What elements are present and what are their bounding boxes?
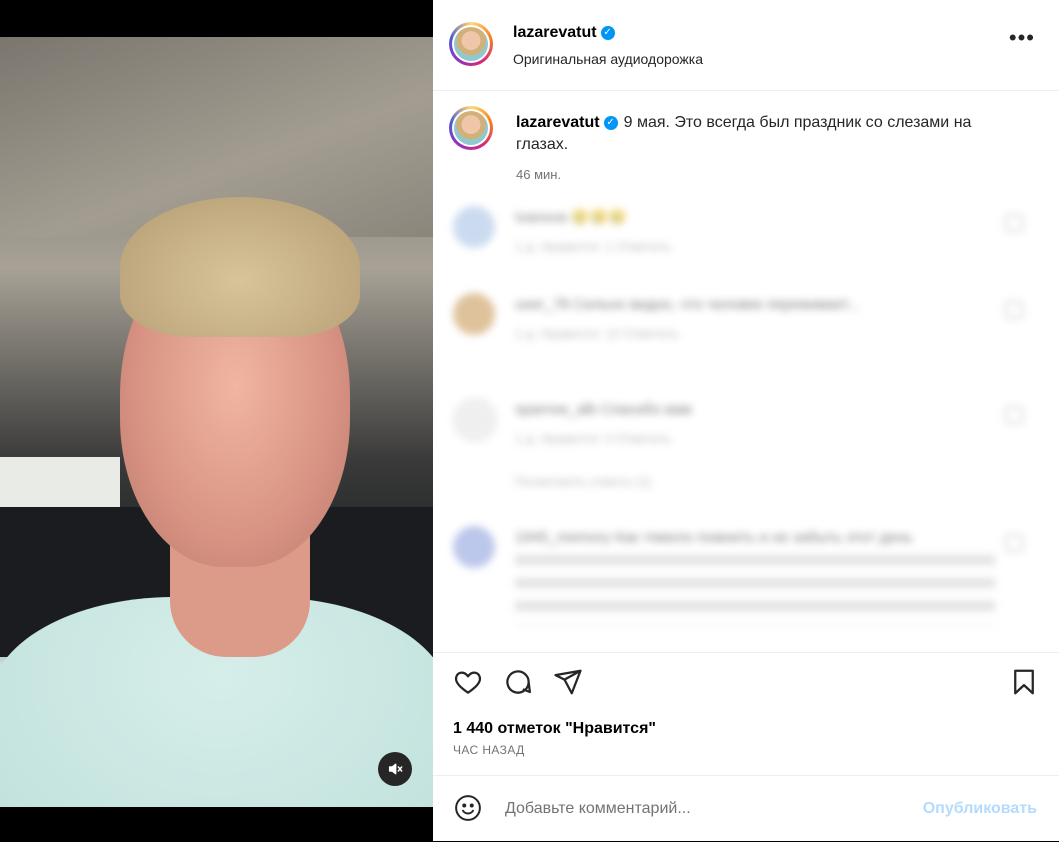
comment-like-icon[interactable] (1005, 406, 1023, 424)
author-avatar[interactable] (449, 22, 493, 66)
comment-text-blurred (515, 555, 995, 625)
publish-button[interactable]: Опубликовать (923, 800, 1037, 818)
post-modal: lazarevatut ✓ Оригинальная аудиодорожка •… (0, 0, 1059, 841)
comment-body: 1945_memory Как тяжело помнить и не забы… (515, 526, 995, 625)
verified-badge-icon: ✓ (603, 115, 618, 130)
avatar (453, 293, 495, 335)
caption-username[interactable]: lazarevatut (516, 114, 600, 131)
avatar-inner (452, 25, 490, 63)
avatar-inner (452, 109, 490, 147)
comment-text: user_78 Сильно видно, что человек пережи… (515, 296, 860, 313)
comment-like-icon[interactable] (1005, 301, 1023, 319)
verified-badge-icon: ✓ (600, 25, 615, 40)
comment-bubble-icon (506, 670, 531, 694)
emoji-smile-icon (455, 795, 481, 821)
emoji-button[interactable] (453, 793, 485, 825)
save-button[interactable] (1009, 667, 1041, 699)
video-player[interactable] (0, 37, 433, 807)
post-header: lazarevatut ✓ Оригинальная аудиодорожка •… (433, 0, 1059, 91)
avatar (453, 206, 495, 248)
bookmark-icon (1014, 669, 1034, 695)
comment-like-icon[interactable] (1005, 214, 1023, 232)
avatar-image (454, 27, 488, 61)
avatar (453, 526, 495, 568)
share-button[interactable] (553, 667, 585, 699)
more-horizontal-icon: ••• (1008, 25, 1035, 50)
avatar-image (454, 111, 488, 145)
comment-text: 1945_memory Как тяжело помнить и не забы… (515, 529, 913, 546)
comment-meta: 1 д. Нравится: 12 Ответить (515, 326, 679, 341)
comment-body: sparrow_alb Спасибо вам 1 д. Нравится: 4… (515, 398, 995, 493)
heart-icon (454, 671, 482, 694)
avatar (453, 398, 497, 442)
caption-avatar[interactable] (449, 106, 493, 150)
paper-plane-icon (554, 669, 582, 695)
like-button[interactable] (453, 667, 485, 699)
speaker-muted-icon (388, 763, 403, 775)
more-options-button[interactable]: ••• (1009, 27, 1035, 49)
mute-button[interactable] (378, 752, 412, 786)
comment-like-icon[interactable] (1005, 534, 1023, 552)
post-details-panel: lazarevatut ✓ Оригинальная аудиодорожка •… (433, 0, 1059, 841)
comment-body: ivanova 😢😢😢 1 д. Нравится: 1 Ответить (515, 206, 995, 258)
comment-input[interactable] (503, 794, 887, 824)
comment-text: ivanova 😢😢😢 (515, 209, 627, 226)
caption-body: lazarevatut ✓ 9 мая. Это всегда был праздн… (516, 112, 1016, 156)
post-timestamp[interactable]: ЧАС НАЗАД (453, 743, 525, 757)
action-bar (433, 652, 1059, 723)
comment-composer: Опубликовать (433, 775, 1059, 842)
comment-meta: 1 д. Нравится: 4 Ответить (515, 431, 672, 446)
video-hair (120, 197, 360, 337)
author-username[interactable]: lazarevatut (513, 24, 597, 41)
view-replies-link[interactable]: Посмотреть ответы (1) (515, 470, 995, 493)
comment-body: user_78 Сильно видно, что человек пережи… (515, 293, 995, 345)
comment-button[interactable] (503, 667, 535, 699)
comment-meta: 1 д. Нравится: 1 Ответить (515, 239, 672, 254)
audio-track-link[interactable]: Оригинальная аудиодорожка (513, 51, 703, 67)
caption-time: 46 мин. (516, 167, 562, 182)
likes-count[interactable]: 1 440 отметок "Нравится" (453, 720, 656, 738)
media-panel (0, 0, 433, 841)
comment-text: sparrow_alb Спасибо вам (515, 401, 692, 418)
